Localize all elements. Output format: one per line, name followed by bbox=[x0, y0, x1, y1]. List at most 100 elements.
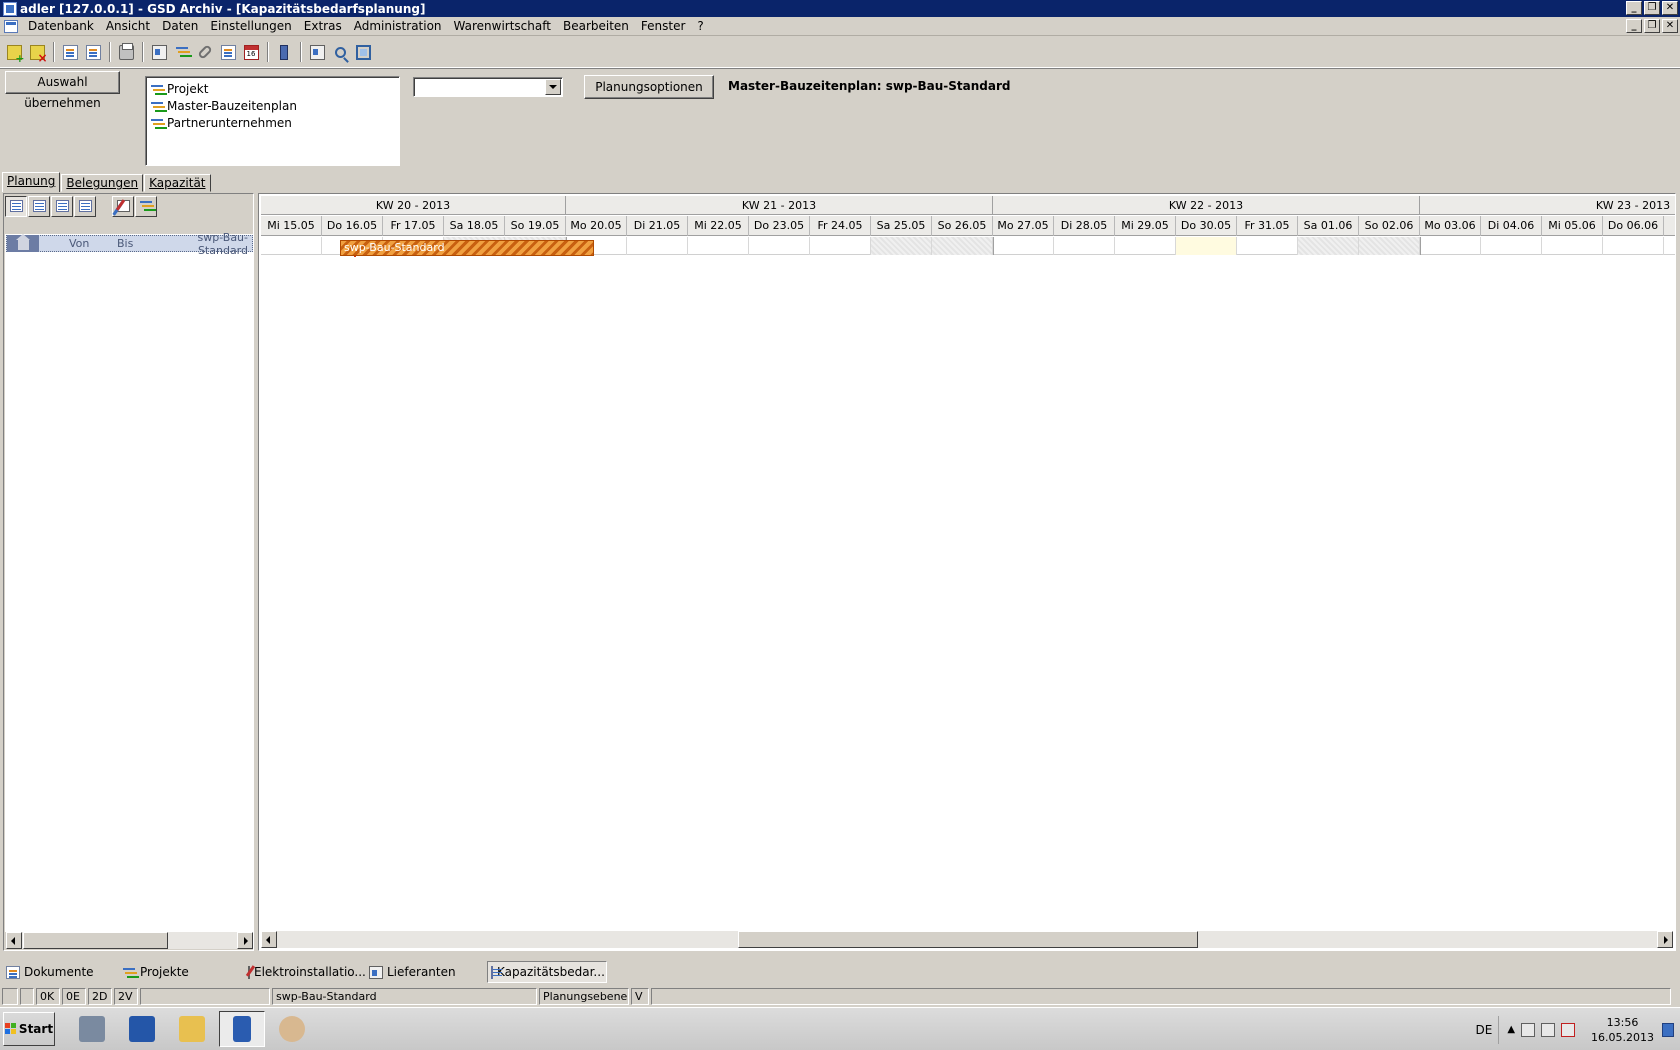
day-cell[interactable] bbox=[871, 237, 932, 255]
wintab-kapazitaetsbedarf[interactable]: Kapazitätsbedar... bbox=[487, 961, 607, 983]
tree-item-partnerunternehmen[interactable]: Partnerunternehmen bbox=[150, 114, 395, 131]
view-tabs: Planung Belegungen Kapazität bbox=[2, 172, 212, 192]
list-view-button[interactable] bbox=[28, 195, 50, 217]
taskbar-explorer[interactable] bbox=[169, 1011, 215, 1047]
auswahl-uebernehmen-button[interactable]: Auswahl übernehmen bbox=[5, 71, 120, 110]
phone-button[interactable] bbox=[273, 41, 295, 63]
copy-document-button[interactable] bbox=[217, 41, 239, 63]
day-cell[interactable] bbox=[1603, 237, 1664, 255]
attachment-button[interactable] bbox=[194, 41, 216, 63]
action-center-flag-icon[interactable] bbox=[1521, 1022, 1536, 1037]
gantt-button[interactable] bbox=[171, 41, 193, 63]
day-cell[interactable] bbox=[1542, 237, 1603, 255]
wintab-dokumente[interactable]: Dokumente bbox=[3, 961, 113, 983]
menu-bearbeiten[interactable]: Bearbeiten bbox=[557, 17, 635, 36]
menu-warenwirtschaft[interactable]: Warenwirtschaft bbox=[448, 17, 557, 36]
restore-button[interactable]: ❐ bbox=[1644, 1, 1660, 15]
status-plan-name: swp-Bau-Standard bbox=[272, 988, 537, 1005]
chevron-down-icon[interactable] bbox=[545, 79, 561, 95]
document-import-button[interactable] bbox=[59, 41, 81, 63]
tree-item-master-bauzeitenplan[interactable]: Master-Bauzeitenplan bbox=[150, 97, 395, 114]
day-label: Do 30.05 bbox=[1176, 216, 1237, 236]
volume-muted-icon[interactable] bbox=[1561, 1022, 1576, 1037]
delete-folder-button[interactable] bbox=[26, 41, 48, 63]
tab-kapazitaet[interactable]: Kapazität bbox=[144, 174, 211, 192]
mdi-restore-button[interactable]: ❐ bbox=[1644, 19, 1660, 33]
show-hidden-icons-icon[interactable]: ▲ bbox=[1507, 1024, 1515, 1035]
taskbar-powershell[interactable] bbox=[119, 1011, 165, 1047]
scroll-thumb[interactable] bbox=[23, 932, 168, 949]
taskbar-paint[interactable] bbox=[269, 1011, 315, 1047]
tree-view-button[interactable] bbox=[5, 195, 27, 217]
mdi-window-icon[interactable] bbox=[4, 19, 18, 33]
menu-fenster[interactable]: Fenster bbox=[635, 17, 692, 36]
day-cell[interactable] bbox=[1481, 237, 1542, 255]
day-cell[interactable] bbox=[261, 237, 322, 255]
menu-einstellungen[interactable]: Einstellungen bbox=[204, 17, 297, 36]
day-cell[interactable] bbox=[749, 237, 810, 255]
minimize-button[interactable]: _ bbox=[1626, 1, 1642, 15]
day-cell[interactable] bbox=[932, 237, 993, 255]
document-info-button[interactable] bbox=[82, 41, 104, 63]
taskbar-gsd-archiv[interactable] bbox=[219, 1011, 265, 1047]
left-horizontal-scrollbar[interactable] bbox=[6, 932, 253, 949]
taskbar-server-manager[interactable] bbox=[69, 1011, 115, 1047]
edit-plan-button[interactable] bbox=[112, 195, 134, 217]
day-cell[interactable] bbox=[1298, 237, 1359, 255]
day-cell[interactable] bbox=[1176, 237, 1237, 255]
list-item[interactable]: Von Bis swp-Bau-Standard bbox=[6, 231, 253, 257]
gantt-options-button[interactable] bbox=[135, 195, 157, 217]
day-cell[interactable] bbox=[1115, 237, 1176, 255]
network-icon[interactable] bbox=[1541, 1022, 1556, 1037]
day-cell[interactable] bbox=[1054, 237, 1115, 255]
start-button[interactable]: Start bbox=[3, 1012, 55, 1046]
day-cell[interactable] bbox=[1420, 237, 1481, 255]
day-label: Do 06.06 bbox=[1603, 216, 1664, 236]
filter-combobox[interactable] bbox=[413, 77, 563, 97]
plan-list[interactable] bbox=[5, 234, 254, 932]
scroll-left-button[interactable] bbox=[6, 932, 22, 949]
wintab-lieferanten[interactable]: Lieferanten bbox=[366, 961, 481, 983]
day-cell[interactable] bbox=[627, 237, 688, 255]
search-window-button[interactable] bbox=[306, 41, 328, 63]
show-desktop-icon[interactable] bbox=[1662, 1022, 1674, 1037]
tab-planung[interactable]: Planung bbox=[2, 172, 61, 192]
gantt-horizontal-scrollbar[interactable] bbox=[261, 931, 1673, 948]
wintab-projekte[interactable]: Projekte bbox=[119, 961, 239, 983]
fit-screen-button[interactable] bbox=[352, 41, 374, 63]
contact-card-button[interactable] bbox=[148, 41, 170, 63]
tree-item-projekt[interactable]: Projekt bbox=[150, 80, 395, 97]
menu-extras[interactable]: Extras bbox=[298, 17, 348, 36]
gantt-bar[interactable]: swp-Bau-Standard bbox=[340, 240, 594, 256]
wintab-elektroinstallation[interactable]: Elektroinstallatio... bbox=[245, 961, 366, 983]
scroll-thumb[interactable] bbox=[738, 931, 1198, 948]
clock[interactable]: 13:56 16.05.2013 bbox=[1583, 1015, 1662, 1045]
day-cell[interactable] bbox=[1237, 237, 1298, 255]
day-cell[interactable] bbox=[993, 237, 1054, 255]
mdi-minimize-button[interactable]: _ bbox=[1626, 19, 1642, 33]
language-indicator[interactable]: DE bbox=[1469, 1015, 1500, 1044]
gantt-chart[interactable]: KW 20 - 2013 KW 21 - 2013 KW 22 - 2013 KW 2… bbox=[258, 193, 1676, 951]
close-button[interactable]: ✕ bbox=[1662, 1, 1678, 15]
grid-view-button[interactable] bbox=[74, 195, 96, 217]
calendar-button[interactable] bbox=[240, 41, 262, 63]
scroll-right-button[interactable] bbox=[237, 932, 253, 949]
table-view-button[interactable] bbox=[51, 195, 73, 217]
menu-help[interactable]: ? bbox=[691, 17, 709, 36]
print-button[interactable] bbox=[115, 41, 137, 63]
add-folder-button[interactable] bbox=[3, 41, 25, 63]
day-cell[interactable] bbox=[1359, 237, 1420, 255]
menu-daten[interactable]: Daten bbox=[156, 17, 204, 36]
scroll-left-button[interactable] bbox=[261, 931, 277, 948]
day-cell[interactable] bbox=[688, 237, 749, 255]
mdi-close-button[interactable]: ✕ bbox=[1662, 19, 1678, 33]
planungsoptionen-button[interactable]: Planungsoptionen bbox=[584, 75, 714, 99]
menu-administration[interactable]: Administration bbox=[348, 17, 448, 36]
scroll-right-button[interactable] bbox=[1657, 931, 1673, 948]
selection-tree[interactable]: Projekt Master-Bauzeitenplan Partnerunte… bbox=[145, 76, 400, 166]
day-cell[interactable] bbox=[810, 237, 871, 255]
zoom-button[interactable] bbox=[329, 41, 351, 63]
tab-belegungen[interactable]: Belegungen bbox=[61, 174, 144, 192]
menu-ansicht[interactable]: Ansicht bbox=[100, 17, 156, 36]
menu-datenbank[interactable]: Datenbank bbox=[22, 17, 100, 36]
